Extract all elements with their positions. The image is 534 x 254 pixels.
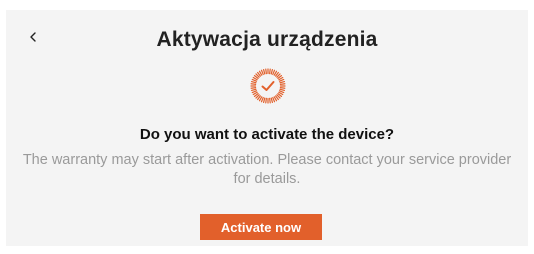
activation-question: Do you want to activate the device? [139, 126, 395, 143]
activate-now-button[interactable]: Activate now [200, 214, 322, 240]
page-title: Aktywacja urządzenia [156, 28, 378, 51]
activation-panel: Aktywacja urządzenia Do you want to acti… [6, 10, 528, 246]
warranty-description: The warranty may start after activation.… [22, 152, 512, 187]
check-circle-icon [250, 68, 286, 104]
